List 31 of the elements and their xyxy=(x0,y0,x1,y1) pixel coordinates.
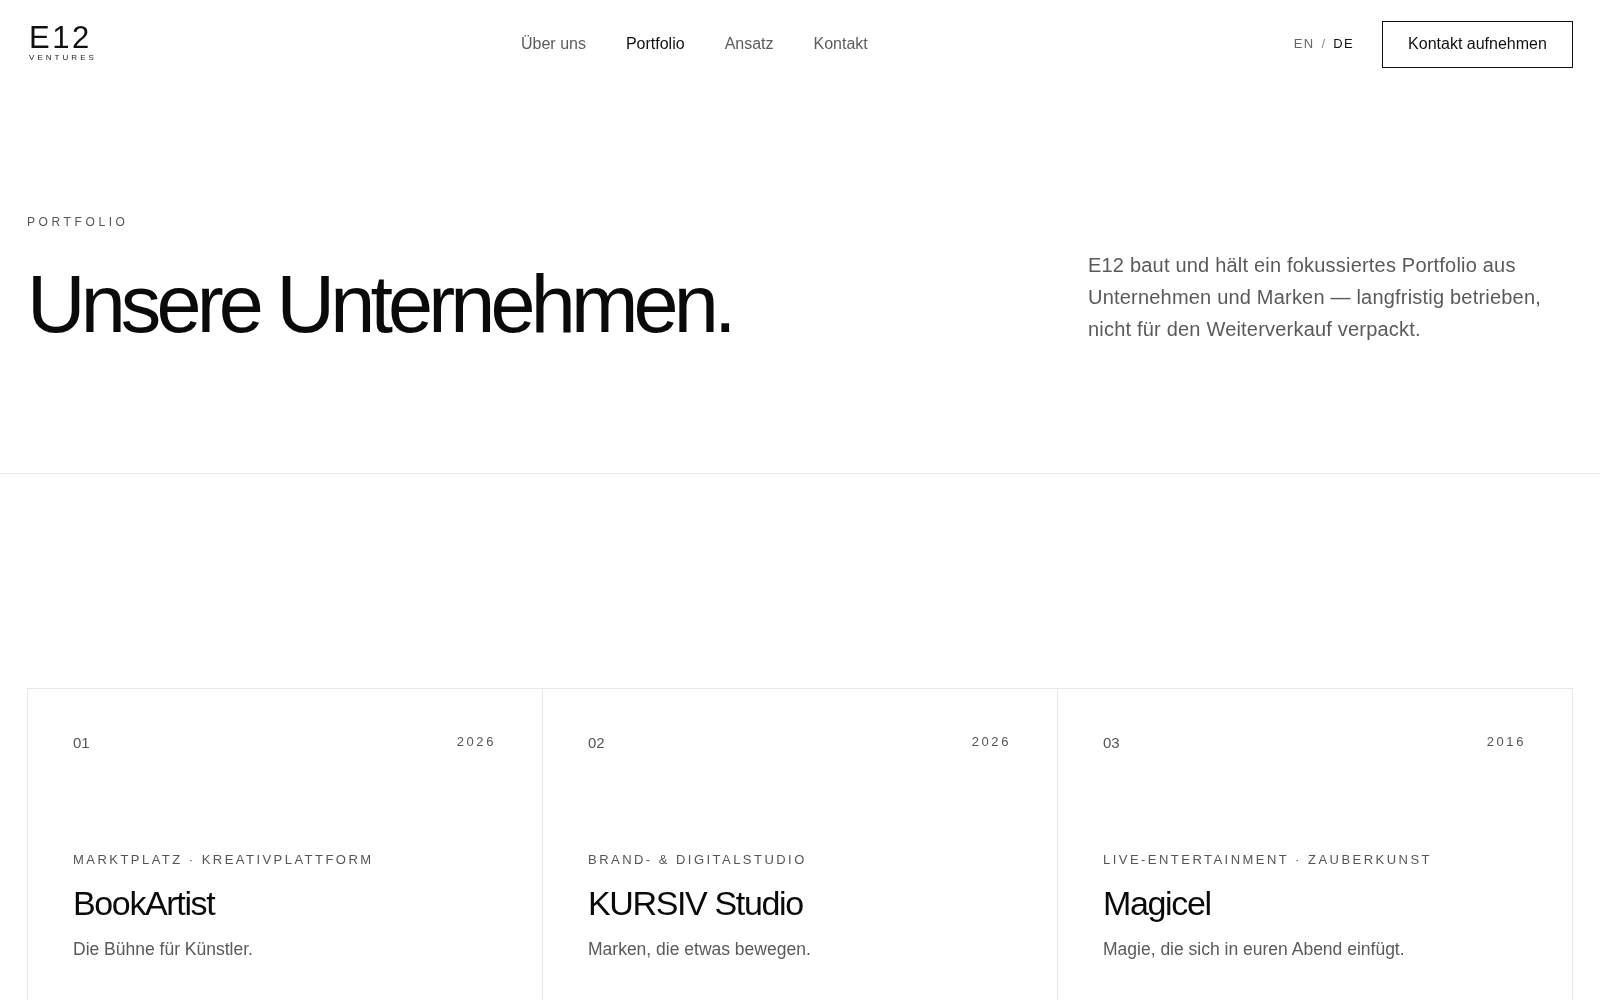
language-link[interactable]: EN xyxy=(1293,34,1315,54)
card-year: 2026 xyxy=(456,732,496,751)
nav-link[interactable]: Ansatz xyxy=(724,33,774,55)
nav-link[interactable]: Portfolio xyxy=(625,33,685,55)
page-heading: Unsere Unternehmen. xyxy=(27,264,732,345)
company-card[interactable]: 01 2026 MARKTPLATZ · KREATIVPLATTFORM BookArtist Die Bühne für Künstler. xyxy=(28,689,543,1000)
card-category: LIVE-ENTERTAINMENT · ZAUBERKUNST xyxy=(1103,851,1432,869)
card-title: BookArtist xyxy=(73,883,215,923)
card-number: 03 xyxy=(1103,733,1120,753)
language-separator: / xyxy=(1321,35,1327,54)
card-tagline: Die Bühne für Künstler. xyxy=(73,938,253,961)
card-category: MARKTPLATZ · KREATIVPLATTFORM xyxy=(73,851,374,869)
card-number: 01 xyxy=(73,733,90,753)
card-year: 2026 xyxy=(971,732,1011,751)
company-card[interactable]: 02 2026 BRAND- & DIGITALSTUDIO KURSIV Studio Marken, die etwas bewegen. xyxy=(543,689,1058,1000)
card-title: Magicel xyxy=(1103,883,1211,923)
card-category: BRAND- & DIGITALSTUDIO xyxy=(588,851,807,869)
card-year: 2016 xyxy=(1486,732,1526,751)
card-title: KURSIV Studio xyxy=(588,883,803,923)
nav-link[interactable]: Über uns xyxy=(521,33,586,55)
card-number: 02 xyxy=(588,733,605,753)
card-tagline: Marken, die etwas bewegen. xyxy=(588,938,811,961)
card-tagline: Magie, die sich in euren Abend einfügt. xyxy=(1103,938,1405,961)
company-card[interactable]: 03 2016 LIVE-ENTERTAINMENT · ZAUBERKUNST Magicel Magie, die sich in euren Abend einfügt. xyxy=(1058,689,1573,1000)
logo-wordmark[interactable]: E12 xyxy=(29,25,92,50)
section-eyebrow: PORTFOLIO xyxy=(27,214,129,230)
intro-paragraph: E12 baut und hält ein fokussiertes Portfolio aus Unternehmen und Marken — langfristig betrieben, nicht für den Weiterverkauf verpackt. xyxy=(1088,253,1542,342)
language-link[interactable]: DE xyxy=(1333,34,1354,54)
logo-tagline[interactable]: VENTURES xyxy=(29,52,97,63)
nav-link[interactable]: Kontakt xyxy=(813,33,868,55)
contact-button[interactable]: Kontakt aufnehmen xyxy=(1382,20,1573,68)
